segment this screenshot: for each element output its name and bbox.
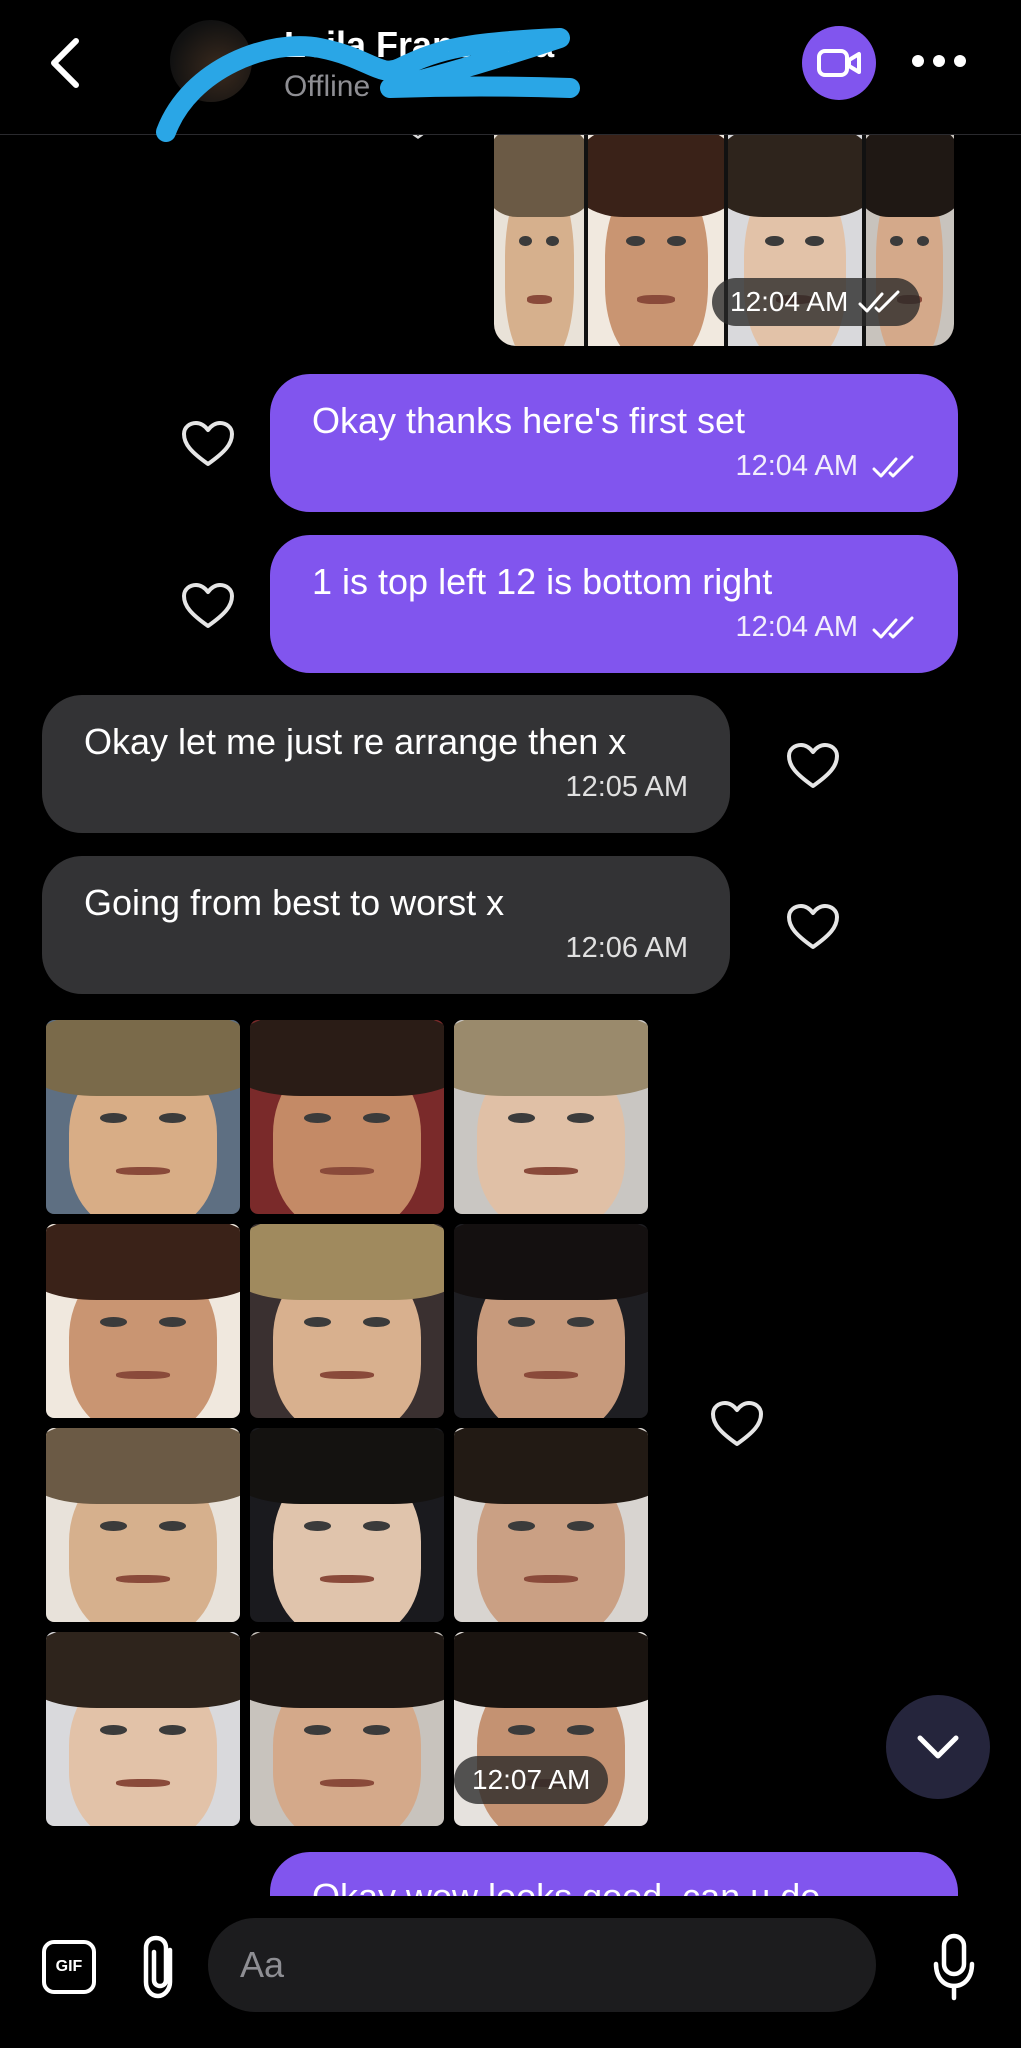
double-check-icon [872, 455, 914, 477]
heart-icon[interactable] [786, 742, 840, 790]
paperclip-icon[interactable] [138, 1932, 186, 2002]
message-text: Okay thanks here's first set [312, 400, 746, 441]
photo-thumbnail[interactable] [494, 134, 585, 346]
contact-status: Offline [284, 70, 371, 103]
outgoing-message[interactable]: 1 is top left 12 is bottom right 12:04 A… [270, 535, 958, 673]
microphone-icon[interactable] [930, 1932, 978, 2002]
image-timestamp: 12:04 AM [712, 278, 921, 326]
heart-icon[interactable] [181, 582, 235, 630]
heart-icon[interactable] [181, 420, 235, 468]
video-camera-icon [817, 49, 861, 77]
message-time: 12:06 AM [565, 932, 688, 964]
contact-avatar[interactable] [170, 20, 252, 102]
double-check-icon [858, 290, 900, 313]
photo-thumbnail[interactable] [46, 1020, 240, 1214]
message-text: Going from best to worst x [84, 882, 505, 923]
timestamp-text: 12:04 AM [730, 286, 849, 317]
photo-thumbnail[interactable] [250, 1020, 444, 1214]
message-composer: GIF [0, 1896, 1021, 2048]
message-meta: 12:05 AM [84, 771, 688, 804]
message-time: 12:04 AM [735, 450, 858, 482]
message-time: 12:04 AM [735, 611, 858, 643]
back-button[interactable] [34, 28, 94, 98]
photo-thumbnail[interactable] [588, 134, 724, 346]
gif-icon: GIF [55, 1958, 83, 1975]
incoming-message[interactable]: Going from best to worst x 12:06 AM [42, 856, 730, 994]
heart-icon[interactable] [786, 903, 840, 951]
message-input[interactable] [208, 1918, 876, 2012]
message-meta: 12:04 AM [312, 450, 916, 483]
more-horizontal-icon [912, 55, 966, 67]
more-options-button[interactable] [904, 30, 974, 92]
incoming-message[interactable]: Okay let me just re arrange then x 12:05… [42, 695, 730, 833]
photo-thumbnail[interactable] [46, 1632, 240, 1826]
message-text: Okay let me just re arrange then x [84, 721, 627, 762]
double-check-icon [872, 616, 914, 638]
chevron-down-icon [917, 1735, 959, 1759]
photo-thumbnail[interactable] [250, 1428, 444, 1622]
scroll-to-bottom-button[interactable] [886, 1695, 990, 1799]
chevron-left-icon [51, 38, 79, 88]
contact-name[interactable]: Leila Francesca [284, 24, 554, 66]
incoming-image-grid[interactable] [46, 1020, 650, 1826]
outgoing-image-set[interactable]: 12:04 AM [494, 134, 954, 346]
message-text: 1 is top left 12 is bottom right [312, 561, 773, 602]
photo-thumbnail[interactable] [454, 1428, 648, 1622]
message-meta: 12:04 AM [312, 611, 916, 644]
photo-thumbnail[interactable] [250, 1632, 444, 1826]
photo-thumbnail[interactable] [46, 1428, 240, 1622]
gif-button[interactable]: GIF [42, 1940, 96, 1994]
heart-icon[interactable] [710, 1400, 764, 1448]
photo-thumbnail[interactable] [46, 1224, 240, 1418]
photo-thumbnail[interactable] [250, 1224, 444, 1418]
outgoing-message[interactable]: Okay thanks here's first set 12:04 AM [270, 374, 958, 512]
message-meta: 12:06 AM [84, 932, 688, 965]
message-time: 12:05 AM [565, 771, 688, 803]
timestamp-text: 12:07 AM [472, 1764, 591, 1795]
photo-thumbnail[interactable] [454, 1020, 648, 1214]
photo-thumbnail[interactable] [454, 1224, 648, 1418]
chat-header: Leila Francesca Offline [0, 0, 1021, 142]
video-call-button[interactable] [802, 26, 876, 100]
image-grid-timestamp: 12:07 AM [454, 1756, 609, 1804]
